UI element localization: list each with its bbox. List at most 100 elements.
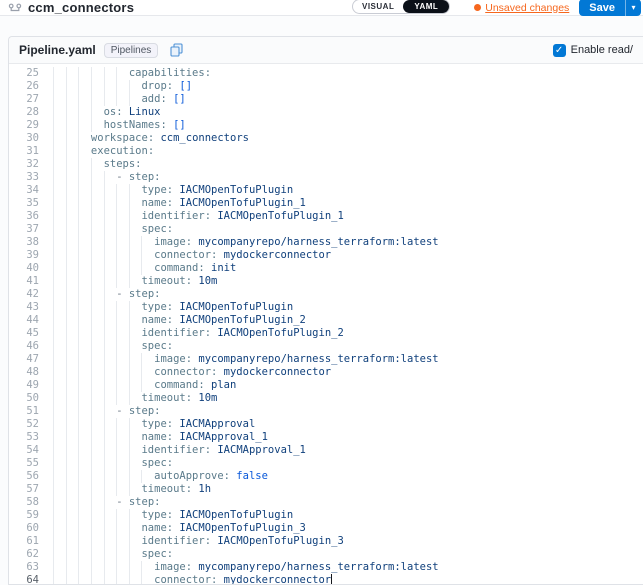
code-line[interactable]: 37spec: (9, 223, 643, 236)
indent-guide (104, 470, 117, 483)
indent-guide (116, 366, 129, 379)
code-line[interactable]: 34type: IACMOpenTofuPlugin (9, 184, 643, 197)
indent-guide (116, 392, 129, 405)
code-line[interactable]: 63image: mycompanyrepo/harness_terraform… (9, 561, 643, 574)
line-number: 60 (9, 522, 53, 535)
indent-guide (78, 314, 91, 327)
code-line[interactable]: 42- step: (9, 288, 643, 301)
token-key: step: (129, 496, 161, 508)
pipeline-icon (8, 2, 22, 14)
code-line[interactable]: 61identifier: IACMOpenTofuPlugin_3 (9, 535, 643, 548)
token-pun: - (116, 288, 129, 300)
code-line[interactable]: 60name: IACMOpenTofuPlugin_3 (9, 522, 643, 535)
code-line[interactable]: 30workspace: ccm_connectors (9, 132, 643, 145)
indent-guide (53, 301, 66, 314)
code-line[interactable]: 35name: IACMOpenTofuPlugin_1 (9, 197, 643, 210)
indent-guide (66, 366, 79, 379)
toggle-yaml[interactable]: YAML (403, 0, 449, 13)
token-bool: [] (173, 80, 192, 92)
code-text: connector: mydockerconnector (53, 366, 331, 379)
code-line[interactable]: 64connector: mydockerconnector (9, 574, 643, 584)
indent-guide (141, 353, 154, 366)
token-key: type: (141, 509, 173, 521)
indent-guide (66, 197, 79, 210)
code-text: name: IACMApproval_1 (53, 431, 268, 444)
code-line[interactable]: 49command: plan (9, 379, 643, 392)
code-line[interactable]: 58- step: (9, 496, 643, 509)
indent-guide (53, 197, 66, 210)
indent-guide (104, 561, 117, 574)
code-line[interactable]: 53name: IACMApproval_1 (9, 431, 643, 444)
indent-guide (91, 548, 104, 561)
code-line[interactable]: 33- step: (9, 171, 643, 184)
code-line[interactable]: 29hostNames: [] (9, 119, 643, 132)
indent-guide (91, 574, 104, 584)
line-number: 64 (9, 574, 53, 584)
indent-guide (104, 288, 117, 301)
indent-guide (91, 197, 104, 210)
code-line[interactable]: 44name: IACMOpenTofuPlugin_2 (9, 314, 643, 327)
code-line[interactable]: 50timeout: 10m (9, 392, 643, 405)
enable-edit-checkbox[interactable]: ✓ (553, 44, 566, 57)
indent-guide (66, 470, 79, 483)
indent-guide (53, 145, 66, 158)
indent-guide (116, 249, 129, 262)
indent-guide (91, 535, 104, 548)
indent-guide (129, 184, 142, 197)
code-line[interactable]: 55spec: (9, 457, 643, 470)
indent-guide (53, 444, 66, 457)
code-line[interactable]: 51- step: (9, 405, 643, 418)
copy-yaml-button[interactable] (170, 43, 183, 57)
indent-guide (66, 119, 79, 132)
toggle-visual[interactable]: VISUAL (353, 0, 403, 13)
code-text: image: mycompanyrepo/harness_terraform:l… (53, 561, 439, 574)
code-line[interactable]: 28os: Linux (9, 106, 643, 119)
code-line[interactable]: 27add: [] (9, 93, 643, 106)
yaml-editor[interactable]: 25capabilities:26drop: []27add: []28os: … (9, 64, 643, 584)
save-button[interactable]: Save (579, 0, 625, 16)
code-line[interactable]: 36identifier: IACMOpenTofuPlugin_1 (9, 210, 643, 223)
indent-guide (129, 418, 142, 431)
code-line[interactable]: 31execution: (9, 145, 643, 158)
code-text: - step: (53, 405, 160, 418)
code-text: name: IACMOpenTofuPlugin_3 (53, 522, 306, 535)
code-line[interactable]: 46spec: (9, 340, 643, 353)
code-line[interactable]: 45identifier: IACMOpenTofuPlugin_2 (9, 327, 643, 340)
token-val: IACMOpenTofuPlugin_2 (211, 327, 344, 339)
code-line[interactable]: 52type: IACMApproval (9, 418, 643, 431)
code-line[interactable]: 59type: IACMOpenTofuPlugin (9, 509, 643, 522)
code-line[interactable]: 32steps: (9, 158, 643, 171)
code-line[interactable]: 56autoApprove: false (9, 470, 643, 483)
line-number: 38 (9, 236, 53, 249)
code-line[interactable]: 25capabilities: (9, 67, 643, 80)
token-key: type: (141, 301, 173, 313)
indent-guide (53, 275, 66, 288)
code-line[interactable]: 26drop: [] (9, 80, 643, 93)
unsaved-changes-link[interactable]: Unsaved changes (474, 2, 569, 14)
code-line[interactable]: 54identifier: IACMApproval_1 (9, 444, 643, 457)
token-key: spec: (141, 548, 173, 560)
code-line[interactable]: 41timeout: 10m (9, 275, 643, 288)
code-line[interactable]: 43type: IACMOpenTofuPlugin (9, 301, 643, 314)
code-line[interactable]: 57timeout: 1h (9, 483, 643, 496)
indent-guide (91, 314, 104, 327)
line-number: 58 (9, 496, 53, 509)
indent-guide (53, 80, 66, 93)
indent-guide (104, 80, 117, 93)
code-line[interactable]: 48connector: mydockerconnector (9, 366, 643, 379)
indent-guide (66, 158, 79, 171)
code-line[interactable]: 40command: init (9, 262, 643, 275)
indent-guide (91, 522, 104, 535)
code-text: - step: (53, 171, 160, 184)
indent-guide (78, 535, 91, 548)
code-line[interactable]: 38image: mycompanyrepo/harness_terraform… (9, 236, 643, 249)
indent-guide (116, 548, 129, 561)
code-line[interactable]: 47image: mycompanyrepo/harness_terraform… (9, 353, 643, 366)
save-dropdown-caret[interactable]: ▾ (625, 0, 641, 16)
code-line[interactable]: 62spec: (9, 548, 643, 561)
indent-guide (104, 548, 117, 561)
code-line[interactable]: 39connector: mydockerconnector (9, 249, 643, 262)
code-text: connector: mydockerconnector (53, 574, 332, 584)
line-number: 34 (9, 184, 53, 197)
indent-guide (91, 158, 104, 171)
